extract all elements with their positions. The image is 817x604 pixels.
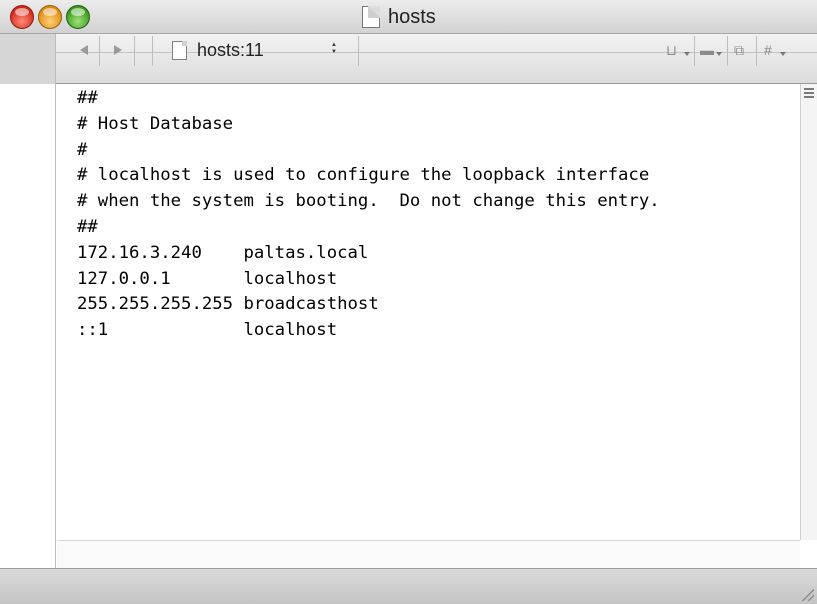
code-line[interactable]: ##: [77, 215, 800, 241]
code-line[interactable]: # localhost is used to configure the loo…: [77, 163, 800, 189]
title-bar[interactable]: hosts: [0, 0, 817, 34]
forward-icon[interactable]: [114, 45, 122, 55]
file-popup-menu[interactable]: hosts:11 ▲ ▼: [168, 34, 358, 66]
code-line[interactable]: 172.16.3.240 paltas.local: [77, 241, 800, 267]
horizontal-scrollbar[interactable]: [57, 540, 800, 568]
zoom-window-button[interactable]: [66, 5, 90, 29]
code-line[interactable]: # Host Database: [77, 112, 800, 138]
code-line[interactable]: ::1 localhost: [77, 318, 800, 344]
function-dropdown-icon[interactable]: [716, 52, 722, 56]
file-document-icon: [172, 40, 187, 60]
minimize-window-button[interactable]: [38, 5, 62, 29]
nav-separator: [152, 36, 153, 66]
split-view-icon[interactable]: [804, 88, 814, 98]
hash-menu-icon[interactable]: #: [764, 42, 772, 58]
vertical-scrollbar[interactable]: [800, 84, 817, 540]
counterpart-icon[interactable]: ⧉: [734, 42, 744, 58]
back-icon[interactable]: [80, 45, 88, 55]
code-content[interactable]: ## # Host Database # # localhost is used to…: [57, 84, 800, 344]
file-popup-label: hosts:11: [197, 39, 264, 60]
status-bar: [0, 568, 817, 604]
document-icon[interactable]: [362, 6, 380, 28]
nav-separator: [727, 36, 728, 66]
bookmarks-icon[interactable]: ⊔: [666, 42, 677, 58]
nav-separator: [756, 36, 757, 66]
nav-separator: [134, 36, 135, 66]
window-title: hosts: [388, 5, 436, 28]
code-line[interactable]: ##: [77, 86, 800, 112]
code-line[interactable]: #: [77, 138, 800, 164]
function-menu-icon[interactable]: ▬: [700, 42, 714, 58]
code-line[interactable]: 127.0.0.1 localhost: [77, 267, 800, 293]
code-line[interactable]: 255.255.255.255 broadcasthost: [77, 292, 800, 318]
resize-grip-icon[interactable]: [800, 587, 814, 601]
text-editor[interactable]: ## # Host Database # # localhost is used to…: [57, 84, 800, 540]
window-title-group: hosts: [362, 4, 436, 30]
nav-separator: [99, 36, 100, 66]
nav-separator: [694, 36, 695, 66]
line-number-gutter[interactable]: [0, 84, 56, 568]
close-window-button[interactable]: [10, 5, 34, 29]
gutter-header: [0, 34, 56, 84]
updown-arrows-icon: ▲ ▼: [331, 42, 337, 55]
hash-dropdown-icon[interactable]: [780, 52, 786, 56]
bookmarks-dropdown-icon[interactable]: [684, 52, 690, 56]
navigation-bar: hosts:11 ▲ ▼ ⊔ ▬ ⧉ #: [0, 34, 817, 84]
code-line[interactable]: # when the system is booting. Do not cha…: [77, 189, 800, 215]
nav-separator: [358, 36, 359, 66]
